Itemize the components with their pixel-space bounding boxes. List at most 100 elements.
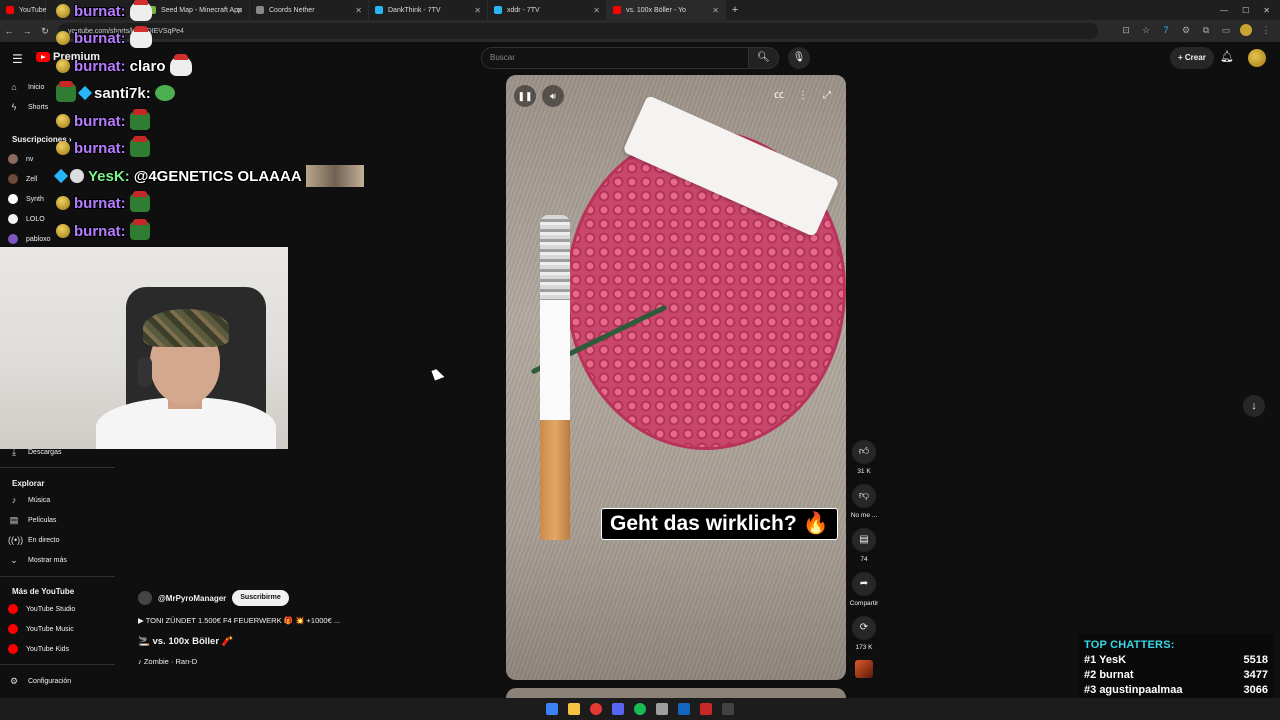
steam-icon[interactable] (678, 703, 690, 715)
sidebar-item-youtube-music[interactable]: YouTube Music (8, 621, 74, 637)
video-caption: Geht das wirklich? 🔥 (601, 508, 838, 540)
notifications-bell-icon[interactable]: 🔔︎ (1220, 50, 1234, 63)
sidebar-item-sub-synth[interactable]: Synth (8, 191, 44, 207)
frog-emote-icon (129, 109, 150, 130)
spotify-icon[interactable] (634, 703, 646, 715)
hamburger-menu-icon[interactable]: ☰ (12, 52, 23, 66)
more-options-button[interactable]: ⋮ (794, 87, 812, 105)
sidebar-toggle-icon[interactable]: ▭ (1220, 24, 1232, 36)
url-field[interactable]: youtube.com/shorts/k8xSDIEVSqPe4 (58, 23, 1098, 39)
chatter-rank: #3 (1084, 684, 1097, 696)
remix-button[interactable]: ⟳ 173 K (846, 616, 882, 651)
sidebar-item-en-directo[interactable]: ((•)) En directo (8, 532, 60, 548)
video-title[interactable]: 🚬 vs. 100x Böller 🧨 (138, 636, 233, 647)
search-button[interactable]: 🔍︎ (749, 47, 779, 69)
close-window-icon[interactable]: ✕ (1263, 6, 1270, 15)
like-button[interactable]: 👍︎ 31 K (846, 440, 882, 475)
sidebar-item-peliculas[interactable]: ▤ Películas (8, 512, 57, 528)
close-tab-icon[interactable]: ✕ (474, 6, 481, 15)
dislike-button[interactable]: 👎︎ No me ... (846, 484, 882, 519)
dislike-label: No me ... (850, 512, 878, 519)
comment-icon: ▤ (852, 528, 876, 552)
extension-icon[interactable]: ⚙ (1180, 24, 1192, 36)
sidebar-item-sub-zell[interactable]: Zell (8, 171, 37, 187)
search-placeholder: Buscar (490, 53, 515, 62)
sidebar-item-youtube-kids[interactable]: YouTube Kids (8, 641, 69, 657)
sidebar-item-youtube-studio[interactable]: YouTube Studio (8, 601, 75, 617)
next-video-button[interactable]: ↓ (1243, 395, 1265, 417)
bookmark-star-icon[interactable]: ☆ (1140, 24, 1152, 36)
arrow-down-icon: ↓ (1251, 400, 1257, 412)
pause-button[interactable]: ❚❚ (514, 85, 536, 107)
video-music[interactable]: ♪ Zombie · Ran-D (138, 657, 197, 666)
7tv-extension-icon[interactable]: 7 (1160, 24, 1172, 36)
diamond-badge-icon (77, 85, 93, 101)
tab-title: xddr - 7TV (507, 6, 540, 14)
frog-badge-icon (56, 81, 76, 102)
channel-avatar[interactable] (138, 591, 152, 605)
comments-button[interactable]: ▤ 74 (846, 528, 882, 563)
volume-button[interactable]: 🔊︎ (542, 85, 564, 107)
maximize-icon[interactable]: ☐ (1242, 6, 1249, 15)
sidebar-item-sub-lolo[interactable]: LOLO (8, 211, 45, 227)
youtube-kids-icon (8, 644, 18, 654)
frog-emote-icon (129, 219, 150, 240)
new-tab-button[interactable]: + (726, 4, 744, 16)
browser-tab-coords-nether[interactable]: Coords Nether ✕ (250, 0, 369, 20)
sidebar-item-shorts[interactable]: ϟ Shorts (8, 99, 49, 115)
install-app-icon[interactable]: ⊡ (1120, 24, 1132, 36)
sidebar-item-mostrar-mas[interactable]: ⌄ Mostrar más (8, 552, 67, 568)
forward-arrow-icon[interactable]: → (18, 26, 36, 36)
sidebar-item-inicio[interactable]: ⌂ Inicio (8, 79, 44, 95)
chrome-icon[interactable] (590, 703, 602, 715)
sidebar-item-sub-nv[interactable]: nv (8, 151, 33, 167)
close-tab-icon[interactable]: ✕ (236, 6, 243, 15)
channel-name[interactable]: @MrPyroManager (158, 594, 226, 603)
browser-tab-dankthink[interactable]: DankThink - 7TV ✕ (369, 0, 488, 20)
sidebar-item-musica[interactable]: ♪ Música (8, 492, 50, 508)
fullscreen-button[interactable]: ⤢ (818, 87, 836, 105)
back-arrow-icon[interactable]: ← (0, 26, 18, 36)
file-explorer-icon[interactable] (568, 703, 580, 715)
close-tab-icon[interactable]: ✕ (355, 6, 362, 15)
app-icon[interactable] (656, 703, 668, 715)
obs-icon[interactable] (700, 703, 712, 715)
voice-search-button[interactable]: 🎙︎ (788, 47, 810, 69)
video-description[interactable]: ▶ TONI ZÜNDET 1.500€ F4 FEUERWERK 🎁 💥 +1… (138, 616, 340, 625)
share-button[interactable]: ➦ Compartir (846, 572, 882, 607)
close-tab-icon[interactable]: ✕ (712, 6, 719, 15)
captions-button[interactable]: ㏄ (770, 87, 788, 105)
windows-start-icon[interactable] (546, 703, 558, 715)
browser-tab-seed-map[interactable]: Seed Map - Minecraft App ✕ (142, 0, 250, 20)
search-input[interactable]: Buscar (481, 47, 749, 69)
minimize-icon[interactable]: — (1220, 6, 1228, 15)
sidebar-item-configuracion[interactable]: ⚙ Configuración (8, 673, 71, 689)
extension-icons: ⊡ ☆ 7 ⚙ ⧉ ▭ ⋮ (1120, 24, 1272, 36)
create-button[interactable]: + Crear (1170, 47, 1214, 69)
browser-tab-xddr[interactable]: xddr - 7TV ✕ (488, 0, 607, 20)
cigarette-ash (540, 215, 570, 300)
browser-tab-active-short[interactable]: vs. 100x Böller - Yo ✕ (607, 0, 726, 20)
reload-icon[interactable]: ↻ (36, 26, 54, 37)
sidebar-item-label: Películas (28, 516, 57, 524)
youtube-favicon-icon (613, 6, 621, 14)
chat-username: burnat: (74, 112, 126, 130)
terminal-icon[interactable] (722, 703, 734, 715)
tab-title: vs. 100x Böller - Yo (626, 6, 686, 14)
discord-icon[interactable] (612, 703, 624, 715)
sidebar-item-sub-pabloxo[interactable]: pabloxo (8, 231, 51, 247)
account-avatar[interactable] (1248, 49, 1266, 67)
short-video-player[interactable]: ❚❚ 🔊︎ ㏄ ⋮ ⤢ Geht das wirklich? 🔥 (506, 75, 846, 680)
browser-tab-youtube[interactable]: YouTube (0, 0, 47, 20)
puzzle-extensions-icon[interactable]: ⧉ (1200, 24, 1212, 36)
home-icon: ⌂ (11, 82, 17, 92)
subscribe-button[interactable]: Suscribirme (232, 590, 289, 606)
user-badge-icon (56, 224, 70, 238)
more-menu-icon[interactable]: ⋮ (1260, 24, 1272, 36)
chat-text: claro (129, 57, 166, 75)
close-tab-icon[interactable]: ✕ (593, 6, 600, 15)
profile-avatar-icon[interactable] (1240, 24, 1252, 36)
globe-favicon-icon (256, 6, 264, 14)
youtube-header: ☰ Premium Buscar 🔍︎ 🎙︎ + Crear 🔔︎ (0, 42, 1280, 74)
sound-thumbnail[interactable] (855, 660, 873, 678)
